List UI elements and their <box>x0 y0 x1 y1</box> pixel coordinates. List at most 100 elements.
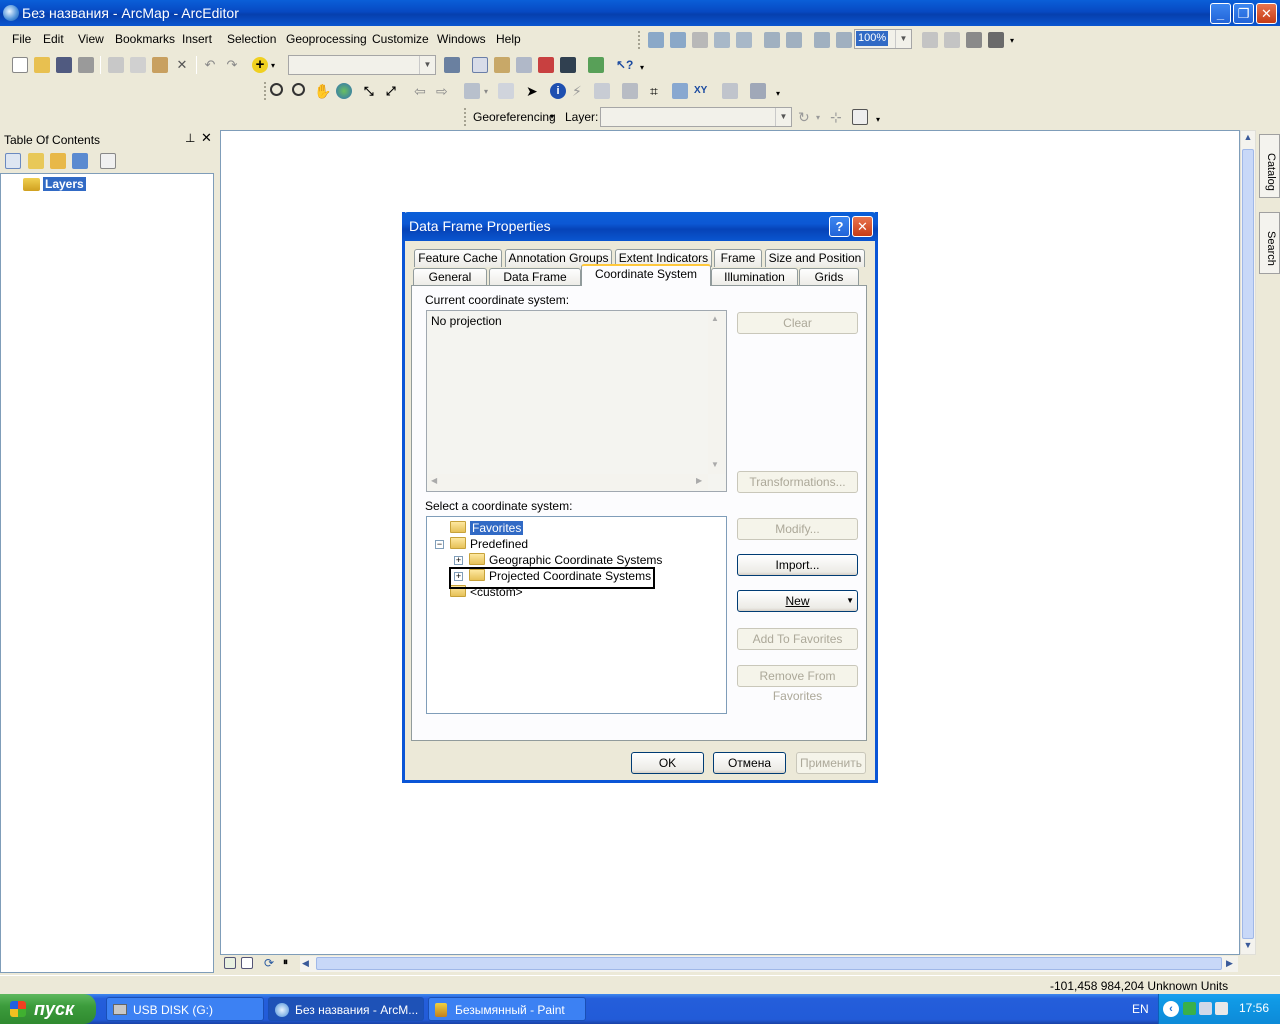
toolbar-options-icon[interactable]: ▾ <box>876 115 880 124</box>
search-side-tab[interactable]: Search <box>1259 212 1280 274</box>
dialog-close-button[interactable]: ✕ <box>852 216 873 237</box>
list-by-visibility-icon[interactable] <box>50 153 66 169</box>
tab-size-and-position[interactable]: Size and Position <box>765 249 865 267</box>
view-link-table-icon[interactable] <box>852 109 868 125</box>
find-icon[interactable]: ⌗ <box>650 83 666 99</box>
ok-button[interactable]: OK <box>631 752 704 774</box>
measure-icon[interactable] <box>622 83 638 99</box>
chevron-down-icon[interactable]: ▼ <box>419 56 435 74</box>
add-control-points-icon[interactable]: ⊹ <box>830 109 846 125</box>
menu-customize[interactable]: Customize <box>372 32 429 46</box>
data-view-icon[interactable] <box>224 957 236 969</box>
toggle-draft-icon[interactable] <box>922 32 938 48</box>
model-builder-icon[interactable] <box>588 57 604 73</box>
scroll-right-icon[interactable]: ▶ <box>696 476 702 485</box>
scroll-left-icon[interactable]: ◀ <box>431 476 437 485</box>
chevron-down-icon[interactable]: ▼ <box>775 108 791 126</box>
tab-grids[interactable]: Grids <box>799 268 859 286</box>
zoom-in-icon[interactable] <box>270 83 283 96</box>
chevron-down-icon[interactable]: ▾ <box>271 61 275 70</box>
chevron-down-icon[interactable]: ▾ <box>484 87 488 96</box>
go-forward-extent-icon[interactable] <box>836 32 852 48</box>
scroll-left-icon[interactable]: ◀ <box>302 958 309 969</box>
chevron-down-icon[interactable]: ▼ <box>895 30 911 48</box>
pin-icon[interactable]: ⊥ <box>185 131 195 145</box>
scroll-up-icon[interactable]: ▲ <box>1241 132 1255 146</box>
safely-remove-icon[interactable] <box>1183 1002 1196 1015</box>
scroll-right-icon[interactable]: ▶ <box>1226 958 1233 969</box>
add-to-favorites-button[interactable]: Add To Favorites <box>737 628 858 650</box>
zoom-combo[interactable]: 100% ▼ <box>854 29 912 49</box>
layout-view-icon[interactable] <box>241 957 253 969</box>
tab-illumination[interactable]: Illumination <box>711 268 798 286</box>
fixed-zoom-in-icon[interactable] <box>764 32 780 48</box>
menu-bookmarks[interactable]: Bookmarks <box>115 32 175 46</box>
full-extent-icon[interactable] <box>336 83 352 99</box>
fixed-zoom-out-icon[interactable]: ⤢ <box>386 83 402 99</box>
cancel-button[interactable]: Отмена <box>713 752 786 774</box>
new-button[interactable]: New ▼ <box>737 590 858 612</box>
collapse-icon[interactable]: − <box>435 540 444 549</box>
coordinate-system-tree[interactable]: Favorites − Predefined + Geographic Coor… <box>426 516 727 714</box>
zoom-whole-page-icon[interactable] <box>714 32 730 48</box>
pan-layout-icon[interactable] <box>692 32 708 48</box>
toolbar-grip[interactable] <box>264 82 267 100</box>
apply-button[interactable]: Применить <box>796 752 866 774</box>
transformations-button[interactable]: Transformations... <box>737 471 858 493</box>
volume-icon[interactable] <box>1215 1002 1228 1015</box>
menu-geoprocessing[interactable]: Geoprocessing <box>286 32 367 46</box>
focus-data-frame-icon[interactable] <box>944 32 960 48</box>
select-elements-icon[interactable]: ➤ <box>526 83 542 99</box>
start-button[interactable]: пуск <box>0 994 96 1024</box>
toolbar-options-icon[interactable]: ▾ <box>776 89 780 98</box>
vertical-scrollbar[interactable]: ▲ ▼ <box>708 312 725 474</box>
hyperlink-icon[interactable]: ⚡ <box>572 83 588 99</box>
tree-item-geographic[interactable]: Geographic Coordinate Systems <box>469 552 662 568</box>
tree-item-predefined[interactable]: Predefined <box>450 536 528 552</box>
toolbar-options-icon[interactable]: ▾ <box>1010 36 1014 45</box>
modify-button[interactable]: Modify... <box>737 518 858 540</box>
new-document-icon[interactable] <box>12 57 28 73</box>
list-by-drawing-order-icon[interactable] <box>5 153 21 169</box>
zoom-100-icon[interactable] <box>736 32 752 48</box>
current-cs-box[interactable]: No projection ▲ ▼ ◀ ▶ <box>426 310 727 492</box>
pan-icon[interactable]: ✋ <box>314 83 331 99</box>
scroll-down-icon[interactable]: ▼ <box>711 460 719 469</box>
go-back-extent-icon[interactable] <box>814 32 830 48</box>
scroll-up-icon[interactable]: ▲ <box>711 314 719 323</box>
redo-icon[interactable]: ↷ <box>224 57 240 73</box>
toolbar-grip[interactable] <box>464 108 467 126</box>
whats-this-icon[interactable]: ↖? <box>616 57 633 73</box>
horizontal-scrollbar[interactable]: ◀ ▶ <box>300 956 1238 972</box>
clear-selection-icon[interactable] <box>498 83 514 99</box>
fixed-zoom-out-icon[interactable] <box>786 32 802 48</box>
list-by-selection-icon[interactable] <box>72 153 88 169</box>
toc-layers-item[interactable]: Layers <box>43 177 86 191</box>
vertical-scrollbar[interactable]: ▲ ▼ <box>1240 130 1256 955</box>
network-icon[interactable] <box>1199 1002 1212 1015</box>
list-by-source-icon[interactable] <box>28 153 44 169</box>
time-slider-icon[interactable] <box>722 83 738 99</box>
rotate-icon[interactable]: ↻ <box>798 109 814 125</box>
fixed-zoom-in-icon[interactable]: ⤡ <box>364 83 380 99</box>
go-forward-icon[interactable]: ⇨ <box>436 83 452 99</box>
catalog-side-tab[interactable]: Catalog <box>1259 134 1280 198</box>
import-button[interactable]: Import... <box>737 554 858 576</box>
python-window-icon[interactable] <box>560 57 576 73</box>
toolbar-grip[interactable] <box>638 31 641 49</box>
cut-icon[interactable] <box>108 57 124 73</box>
clear-button[interactable]: Clear <box>737 312 858 334</box>
tab-feature-cache[interactable]: Feature Cache <box>414 249 502 267</box>
menu-help[interactable]: Help <box>496 32 521 46</box>
menu-windows[interactable]: Windows <box>437 32 486 46</box>
refresh-icon[interactable]: ⟳ <box>264 956 280 972</box>
go-back-icon[interactable]: ⇦ <box>414 83 430 99</box>
pause-drawing-icon[interactable]: ⏸ <box>283 956 299 972</box>
minimize-button[interactable]: _ <box>1210 3 1231 24</box>
scroll-thumb[interactable] <box>316 957 1222 970</box>
language-indicator[interactable]: EN <box>1132 1002 1149 1016</box>
paste-icon[interactable] <box>152 57 168 73</box>
chevron-down-icon[interactable]: ▾ <box>816 113 820 122</box>
task-usb-disk[interactable]: USB DISK (G:) <box>106 997 264 1021</box>
georeferencing-menu[interactable]: Georeferencing <box>473 110 556 124</box>
